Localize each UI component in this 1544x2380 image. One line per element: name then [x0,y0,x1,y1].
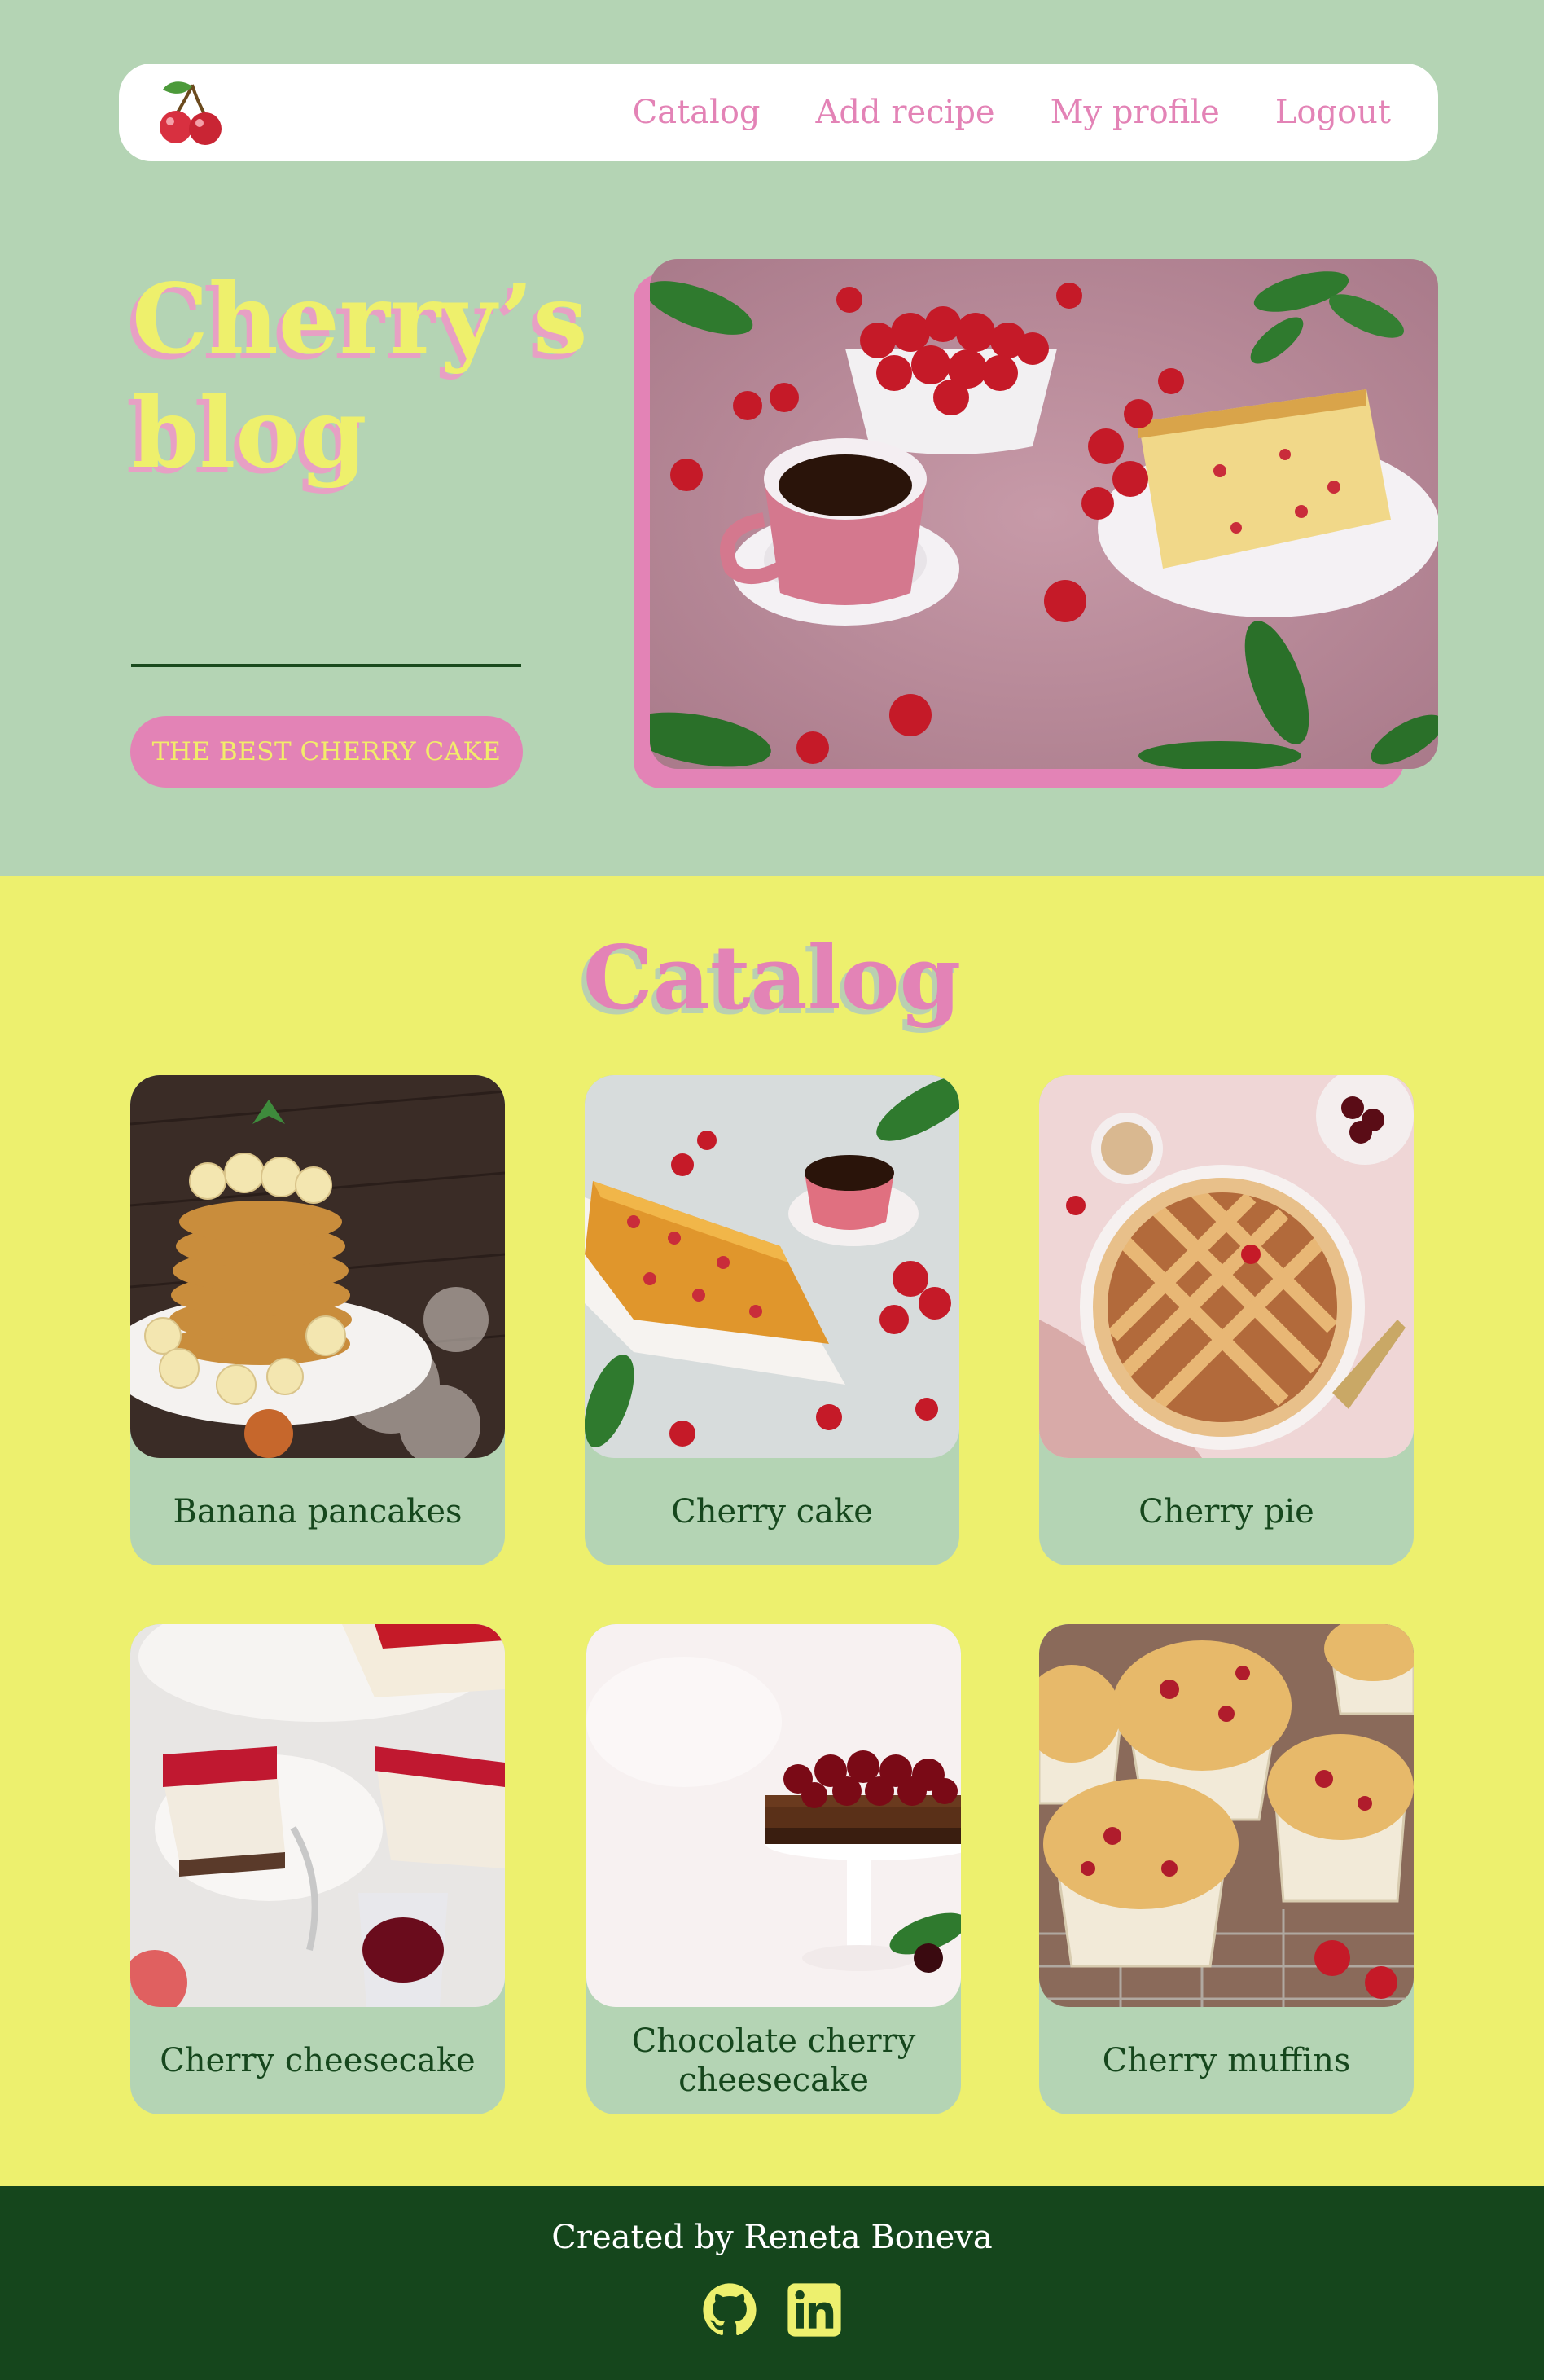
cherry-muffins-photo [1039,1624,1414,2007]
hero-title: Cherry’s blog [132,262,588,490]
cherry-cheesecake-photo [130,1624,505,2007]
hero-divider [131,664,521,667]
linkedin-icon[interactable] [787,2282,842,2338]
recipe-card-cherry-cheesecake[interactable]: Cherry cheesecake [130,1624,505,2114]
cherry-pie-photo [1039,1075,1414,1458]
recipe-card-title: Cherry pie [1138,1493,1314,1530]
nav-links: Catalog Add recipe My profile Logout [633,64,1391,161]
recipe-card-chocolate-cherry-cheesecake[interactable]: Chocolate cherry cheesecake [586,1624,961,2114]
nav-logout-link[interactable]: Logout [1275,94,1391,131]
recipe-card-banana-pancakes[interactable]: Banana pancakes [130,1075,505,1565]
nav-my-profile-link[interactable]: My profile [1051,94,1220,131]
banana-pancakes-photo [130,1075,505,1458]
cherry-icon[interactable] [156,78,226,148]
nav-add-recipe-link[interactable]: Add recipe [816,94,995,131]
nav-catalog-link[interactable]: Catalog [633,94,761,131]
chocolate-cherry-cheesecake-photo [586,1624,961,2007]
recipe-card-cherry-pie[interactable]: Cherry pie [1039,1075,1414,1565]
footer-credit: Created by Reneta Boneva [551,2219,993,2256]
recipe-card-title: Chocolate cherry cheesecake [631,2022,916,2099]
recipe-card-title: Cherry muffins [1102,2042,1351,2079]
recipe-card-title: Banana pancakes [173,1493,463,1530]
cherry-cake-photo [585,1075,959,1458]
footer [0,2186,1544,2380]
navbar: Catalog Add recipe My profile Logout [119,64,1438,161]
hero-title-line1: Cherry’s [132,262,588,375]
catalog-title: Catalog [582,927,962,1030]
hero-title-line2: blog [132,376,367,490]
recipe-card-title: Cherry cake [671,1493,873,1530]
hero-image [650,259,1438,769]
recipe-card-title: Cherry cheesecake [160,2042,476,2079]
github-icon[interactable] [702,2282,757,2338]
recipe-card-cherry-cake[interactable]: Cherry cake [585,1075,959,1565]
best-cherry-cake-button[interactable]: THE BEST CHERRY CAKE [130,716,523,788]
recipe-card-cherry-muffins[interactable]: Cherry muffins [1039,1624,1414,2114]
